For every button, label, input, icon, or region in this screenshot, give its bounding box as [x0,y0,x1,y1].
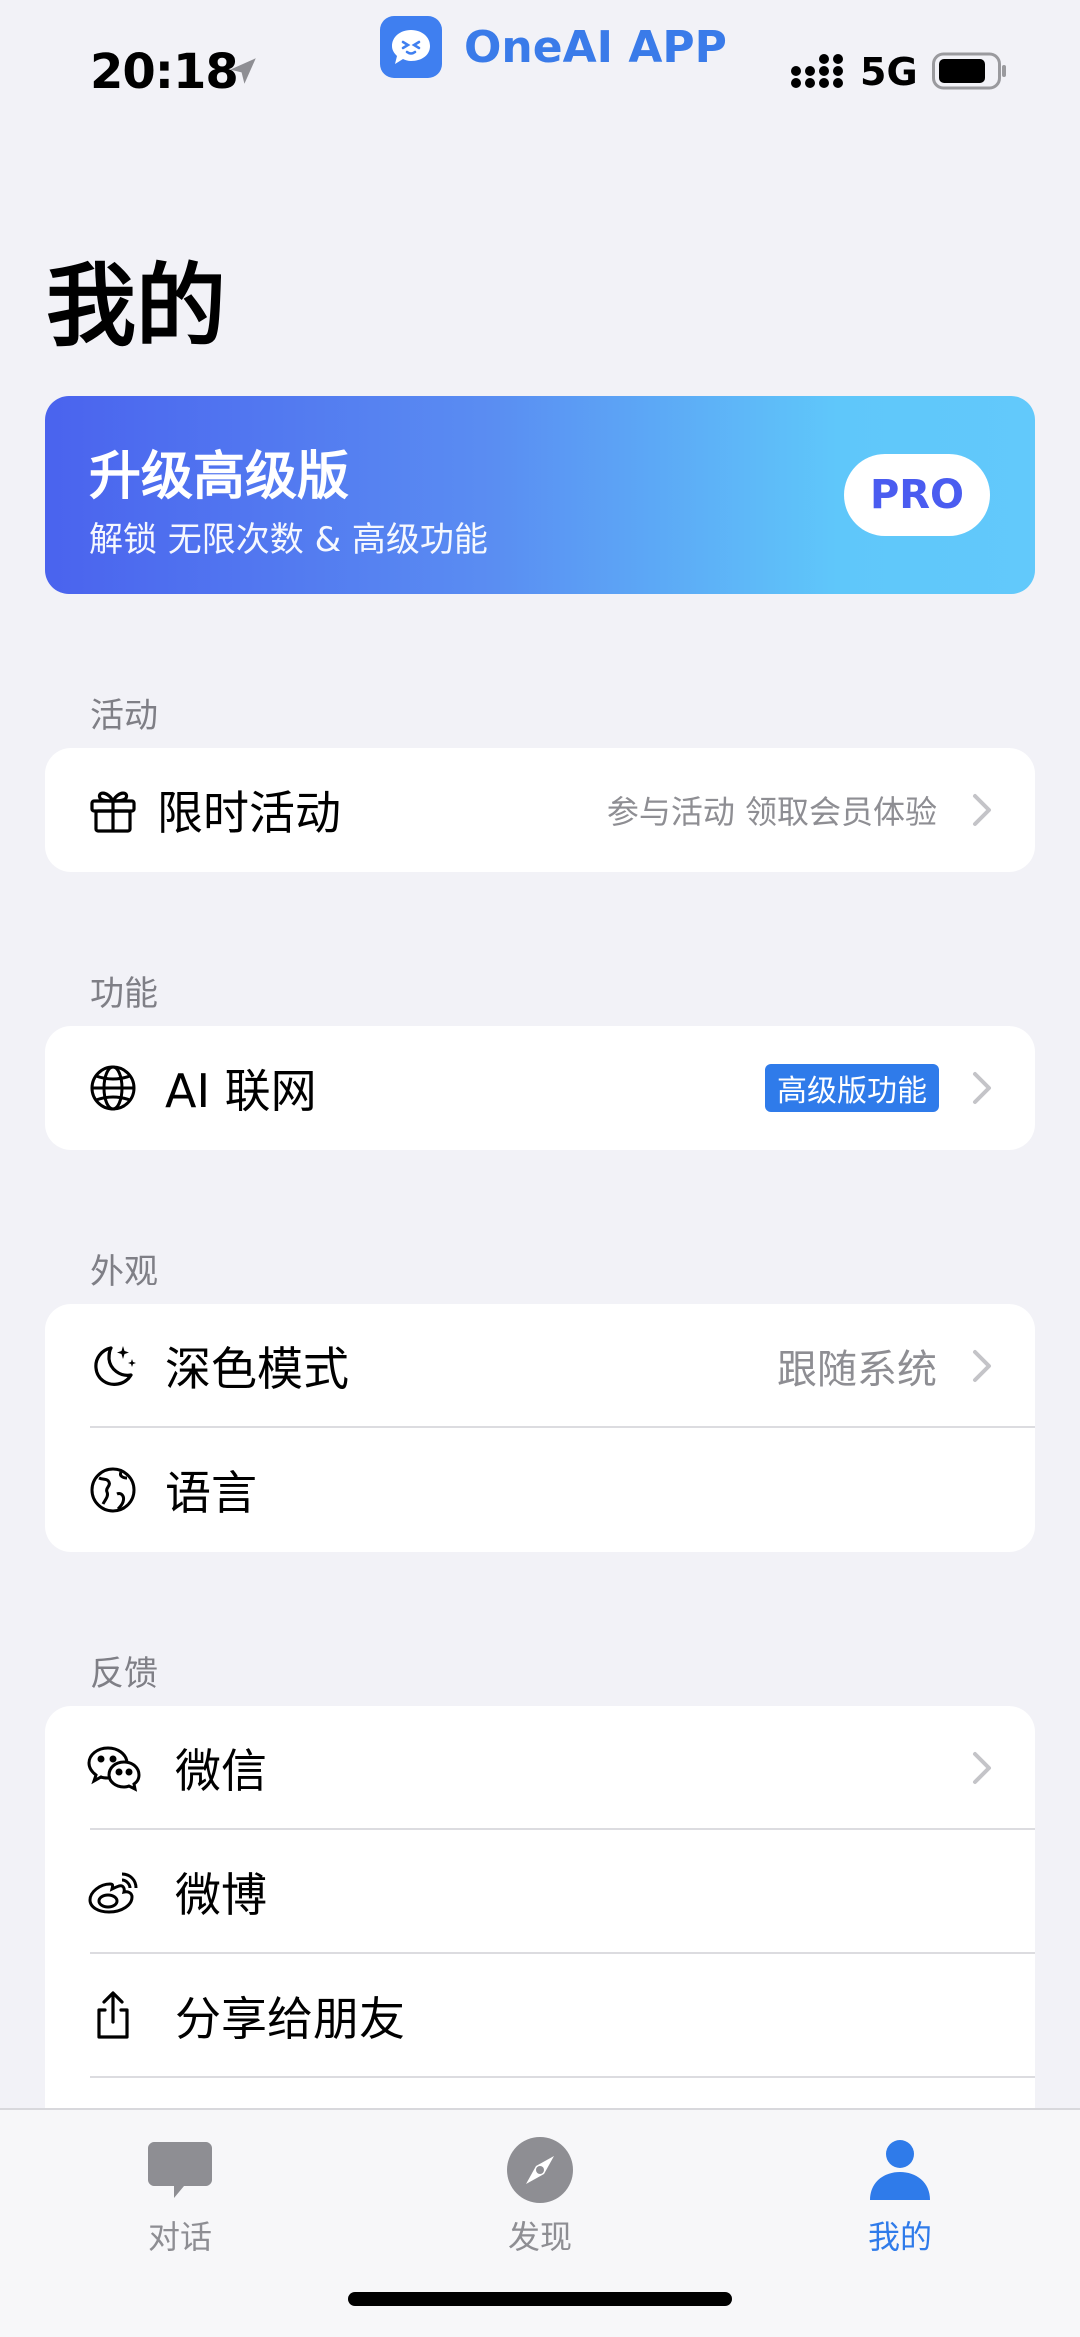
tab-me[interactable]: 我的 [820,2134,980,2258]
share-icon [97,1991,129,2039]
row-value: 跟随系统 [777,1347,937,1393]
chevron-right-icon [973,1752,991,1784]
person-icon [870,2140,930,2200]
section-label-appearance: 外观 [90,1252,158,1292]
row-value: 参与活动 领取会员体验 [606,793,937,831]
chat-bubble-icon [148,2142,212,2198]
row-dark-mode[interactable]: 深色模式 跟随系统 [45,1304,1035,1428]
weibo-icon [88,1872,138,1914]
app-name: OneAI APP [464,21,727,73]
chevron-right-icon [973,794,991,826]
globe-icon [90,1065,136,1111]
compass-icon [507,2137,573,2203]
premium-feature-tag: 高级版功能 [765,1064,939,1112]
app-logo-icon [380,16,442,78]
network-type: 5G [860,50,918,94]
row-limited-activity[interactable]: 限时活动 参与活动 领取会员体验 [45,748,1035,872]
upgrade-pro-banner[interactable]: 升级高级版 解锁 无限次数 & 高级功能 PRO [45,396,1035,594]
tab-label: 发现 [507,2218,572,2256]
row-label: 深色模式 [165,1342,349,1396]
status-time: 20:18 [90,44,239,100]
features-card: AI 联网 高级版功能 [45,1026,1035,1150]
row-wechat[interactable]: 微信 [45,1706,1035,1830]
wechat-icon [87,1746,141,1792]
row-label: 微博 [175,1868,267,1922]
section-label-features: 功能 [90,974,158,1014]
chevron-right-icon [973,1350,991,1382]
home-indicator[interactable] [348,2292,732,2306]
battery-icon [932,52,1006,90]
chevron-right-icon [973,1072,991,1104]
pro-banner-title: 升级高级版 [89,447,350,507]
gift-icon [90,791,136,833]
row-ai-web[interactable]: AI 联网 高级版功能 [45,1026,1035,1150]
row-weibo[interactable]: 微博 [45,1830,1035,1954]
section-label-feedback: 反馈 [90,1654,158,1694]
row-label: AI 联网 [165,1064,317,1118]
language-globe-icon [90,1467,136,1513]
appearance-card: 深色模式 跟随系统 语言 [45,1304,1035,1552]
pro-banner-subtitle: 解锁 无限次数 & 高级功能 [89,520,488,560]
status-bar: 20:18 OneAI APP 5G [0,0,1080,140]
page-title: 我的 [46,254,226,359]
moon-stars-icon [94,1346,136,1386]
tab-label: 我的 [867,2218,932,2256]
row-language[interactable]: 语言 [45,1428,1035,1552]
pro-badge-button[interactable]: PRO [844,454,990,536]
app-badge: OneAI APP [380,16,727,78]
section-label-activity: 活动 [90,696,158,736]
row-label: 语言 [165,1466,257,1520]
signal-icon [791,54,843,88]
activity-card: 限时活动 参与活动 领取会员体验 [45,748,1035,872]
tab-chat[interactable]: 对话 [100,2134,260,2258]
row-label: 微信 [175,1744,267,1798]
row-label: 限时活动 [157,786,341,840]
feedback-card: 微信 微博 分享给朋友 [45,1706,1035,2108]
tab-discover[interactable]: 发现 [460,2134,620,2258]
row-share-to-friends[interactable]: 分享给朋友 [45,1954,1035,2078]
row-label: 分享给朋友 [175,1992,405,2046]
location-arrow-icon [230,58,256,84]
tab-label: 对话 [147,2218,212,2256]
